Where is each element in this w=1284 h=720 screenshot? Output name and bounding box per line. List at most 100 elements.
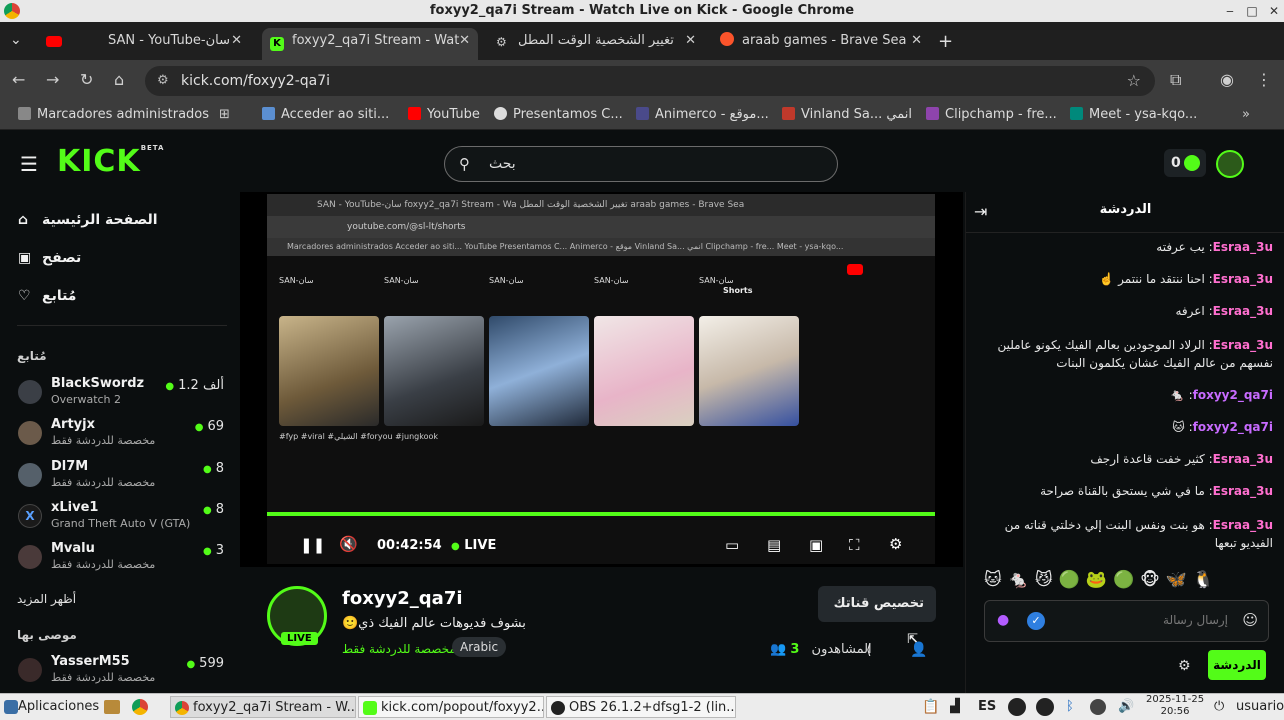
minimize-icon[interactable]: ‒: [1222, 3, 1238, 19]
emote-bar[interactable]: 🐱🐁😼🟢🐸🟢🐵🦋🐧: [984, 570, 1269, 594]
chat-input[interactable]: ● ✓ إرسال رسالة ☺: [984, 600, 1269, 642]
chrome-launcher-icon[interactable]: [132, 699, 148, 715]
chat-username[interactable]: Esraa_3u: [1213, 240, 1273, 254]
bookmark-clipchamp[interactable]: Clipchamp - fre...: [926, 107, 1057, 122]
user-avatar[interactable]: [1216, 150, 1244, 178]
emoji-picker-icon[interactable]: ☺: [1242, 611, 1258, 629]
nav-browse[interactable]: ▣ تصفح: [18, 250, 81, 266]
fullscreen-icon[interactable]: ⛶: [849, 536, 860, 554]
close-tab-icon[interactable]: ✕: [459, 28, 470, 54]
profile-icon[interactable]: ◉: [1220, 70, 1234, 89]
bookmark-presentamos[interactable]: Presentamos C...: [494, 107, 623, 122]
clipboard-icon[interactable]: 📋: [922, 696, 939, 718]
share-icon[interactable]: ⟨: [866, 642, 871, 658]
customize-channel-button[interactable]: تخصيص قناتك ⇱: [818, 586, 936, 647]
taskbar-item-kick[interactable]: foxyy2_qa7i Stream - W...: [170, 696, 356, 718]
folder-icon: [18, 107, 31, 120]
apps-grid-icon[interactable]: ⊞: [219, 107, 230, 122]
bookmark-animerco[interactable]: Animerco - موقع...: [636, 107, 769, 122]
language-tag[interactable]: Arabic: [452, 637, 507, 657]
bookmark-vinland[interactable]: Vinland Sa... انمي: [782, 107, 912, 122]
close-tab-icon[interactable]: ✕: [911, 28, 922, 54]
obs-tray-icon-2[interactable]: [1036, 698, 1054, 716]
bookmark-acceder[interactable]: Acceder ao siti...: [262, 107, 389, 122]
follow-user-icon[interactable]: 👤: [910, 642, 927, 658]
more-bookmarks-icon[interactable]: »: [1242, 107, 1250, 122]
following-channel[interactable]: Mvalu مخصصة للدردشة فقط 3: [18, 541, 228, 577]
nav-following[interactable]: ♡ مُتابع: [18, 288, 76, 304]
forward-icon[interactable]: →: [46, 70, 59, 89]
tab-label: تغيير الشخصية الوقت المطل: [518, 33, 674, 48]
back-icon[interactable]: ←: [12, 70, 25, 89]
tab-search-icon[interactable]: ⌄: [10, 32, 22, 48]
network-icon[interactable]: ▟: [950, 696, 960, 718]
following-channel[interactable]: BlackSwordz Overwatch 2 1.2 ألف: [18, 376, 228, 412]
clip-icon[interactable]: ▤: [767, 536, 781, 554]
keyboard-layout[interactable]: ES: [978, 696, 996, 718]
tab-kick-stream[interactable]: Kfoxyy2_qa7i Stream - Wat ✕: [262, 28, 478, 60]
menu-kebab-icon[interactable]: ⋮: [1256, 70, 1272, 89]
youtube-pinned-tab-icon[interactable]: [46, 36, 62, 47]
user-icon[interactable]: ⏻: [1214, 696, 1224, 718]
chat-username[interactable]: foxyy2_qa7i: [1193, 420, 1273, 434]
chat-username[interactable]: Esraa_3u: [1213, 304, 1273, 318]
taskbar-item-obs[interactable]: OBS 26.1.2+dfsg1-2 (lin...: [546, 696, 736, 718]
clock[interactable]: 2025-11-25 20:56: [1146, 694, 1204, 716]
chat-username[interactable]: foxyy2_qa7i: [1193, 388, 1273, 402]
address-bar[interactable]: ⚙ kick.com/foxyy2-qa7i ☆: [145, 66, 1155, 96]
search-input[interactable]: ⚲ بحث: [444, 146, 838, 182]
close-tab-icon[interactable]: ✕: [685, 28, 696, 54]
stream-category-link[interactable]: مخصصة للدردشة فقط: [342, 642, 456, 656]
chat-username[interactable]: Esraa_3u: [1213, 338, 1273, 352]
chat-settings-icon[interactable]: ⚙: [1178, 658, 1191, 674]
file-manager-icon[interactable]: [104, 700, 120, 714]
updates-icon[interactable]: [1090, 699, 1106, 715]
chrome-logo-icon: [4, 3, 20, 19]
following-channel[interactable]: Artyjx مخصصة للدردشة فقط 69: [18, 417, 228, 453]
show-more-link[interactable]: أظهر المزيد: [17, 592, 76, 606]
taskbar-item-popout[interactable]: kick.com/popout/foxyy2...: [358, 696, 544, 718]
settings-gear-icon[interactable]: ⚙: [889, 535, 902, 553]
obs-tray-icon[interactable]: [1008, 698, 1026, 716]
mute-icon[interactable]: 🔇: [339, 535, 358, 553]
recommended-channel[interactable]: YasserM55 مخصصة للدردشة فقط 599: [18, 654, 228, 690]
volume-icon[interactable]: 🔊: [1118, 696, 1134, 718]
applications-menu[interactable]: Aplicaciones: [4, 696, 99, 718]
theater-mode-icon[interactable]: ▭: [725, 536, 739, 554]
bookmark-managed[interactable]: Marcadores administrados: [18, 107, 209, 122]
chat-username[interactable]: Esraa_3u: [1213, 272, 1273, 286]
chat-username[interactable]: Esraa_3u: [1213, 484, 1273, 498]
close-tab-icon[interactable]: ✕: [231, 28, 242, 54]
chat-username[interactable]: Esraa_3u: [1213, 452, 1273, 466]
tab-arabic-page[interactable]: ⚙ تغيير الشخصية الوقت المطل ✕: [488, 28, 704, 60]
live-dot-icon: ●: [451, 541, 460, 552]
bluetooth-icon[interactable]: ᛒ: [1066, 696, 1074, 718]
bookmark-star-icon[interactable]: ☆: [1127, 66, 1141, 96]
site-info-icon[interactable]: ⚙: [157, 66, 169, 96]
bookmark-meet[interactable]: Meet - ysa-kqo...: [1070, 107, 1197, 122]
following-channel[interactable]: X xLive1 Grand Theft Auto V (GTA) 8: [18, 500, 228, 536]
new-tab-icon[interactable]: +: [938, 31, 953, 52]
chat-send-button[interactable]: الدردشة: [1208, 650, 1266, 680]
kicks-balance[interactable]: 0: [1164, 149, 1206, 177]
username[interactable]: usuario: [1236, 696, 1284, 718]
miniplayer-icon[interactable]: ▣: [809, 536, 823, 554]
following-channel[interactable]: Dl7M مخصصة للدردشة فقط 8: [18, 459, 228, 495]
pause-icon[interactable]: ❚❚: [300, 536, 325, 554]
video-player[interactable]: SAN - YouTube-سان foxyy2_qa7i Stream - W…: [240, 192, 963, 567]
home-icon[interactable]: ⌂: [114, 70, 124, 89]
close-window-icon[interactable]: ✕: [1266, 3, 1282, 19]
extensions-icon[interactable]: ⧉: [1170, 70, 1181, 90]
reload-icon[interactable]: ↻: [80, 70, 93, 89]
tab-brave-search[interactable]: araab games - Brave Sea ✕: [714, 28, 930, 60]
hamburger-menu-icon[interactable]: ☰: [20, 152, 38, 176]
nav-home[interactable]: ⌂ الصفحة الرئيسية: [18, 212, 158, 228]
taskbar-item-label: OBS 26.1.2+dfsg1-2 (lin...: [569, 700, 736, 715]
chat-username[interactable]: Esraa_3u: [1213, 518, 1273, 532]
tab-youtube-san[interactable]: SAN - YouTube-سان ✕: [98, 28, 250, 60]
streamer-name[interactable]: foxyy2_qa7i: [342, 588, 463, 609]
kick-logo[interactable]: KICKBETA: [57, 144, 164, 179]
maximize-icon[interactable]: □: [1244, 3, 1260, 19]
stream-progress-bar[interactable]: [267, 512, 935, 516]
bookmark-youtube[interactable]: YouTube: [408, 107, 480, 122]
